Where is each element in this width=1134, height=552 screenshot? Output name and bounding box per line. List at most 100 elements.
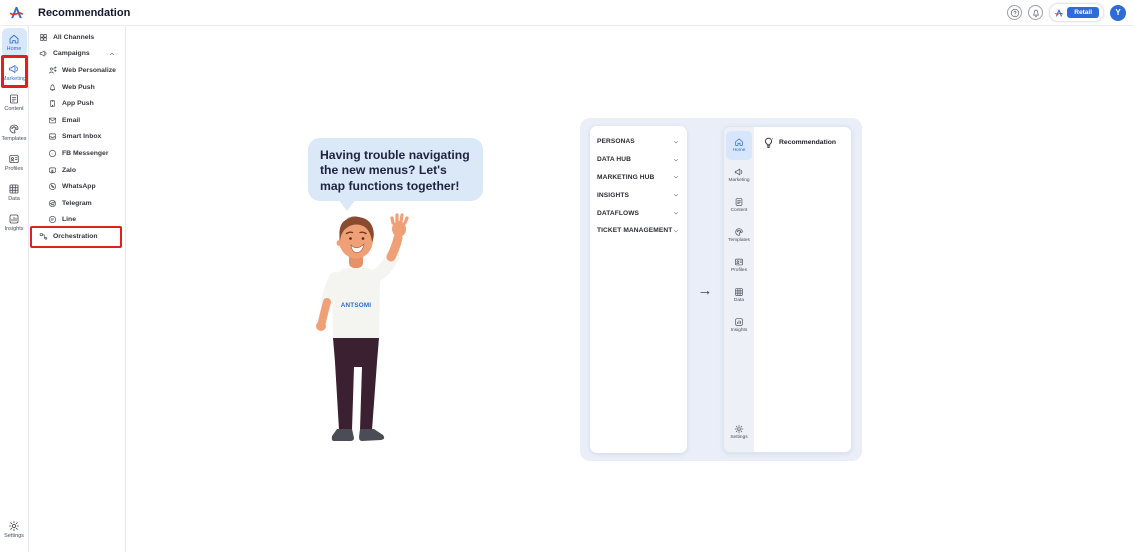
notifications-button[interactable] (1028, 5, 1044, 20)
submenu-item-orchestration[interactable]: Orchestration (29, 228, 125, 245)
grid-icon (39, 33, 48, 42)
sidebar-item-marketing[interactable]: Marketing (2, 58, 27, 87)
new-menu-label: Data (733, 297, 745, 303)
new-menu-item-templates[interactable]: Templates (726, 221, 752, 250)
chevron-down-icon (672, 156, 680, 164)
sidebar-item-label: Marketing (1, 75, 27, 82)
old-menu-item-personas[interactable]: PERSONAS (597, 133, 680, 151)
gear-icon (734, 424, 744, 434)
chevron-up-icon[interactable] (108, 50, 116, 58)
sidebar-item-label: Content (4, 105, 24, 112)
sidebar-item-settings[interactable]: Settings (2, 515, 27, 544)
old-menu-card: PERSONAS DATA HUB MARKETING HUB INSIGHTS… (590, 126, 687, 453)
submenu-item-app-push[interactable]: App Push (29, 95, 125, 112)
submenu-item-label: Email (62, 116, 81, 124)
workspace-switcher[interactable]: Retail (1049, 3, 1104, 22)
submenu-item-telegram[interactable]: Telegram (29, 195, 125, 212)
palette-icon (734, 227, 744, 237)
old-menu-label: PERSONAS (597, 138, 635, 146)
lightbulb-sparkle-icon (762, 136, 775, 149)
envelope-icon (48, 116, 57, 125)
sidebar-item-label: Home (6, 45, 22, 52)
new-menu-label: Content (730, 207, 748, 213)
submenu-item-label: Web Personalize (62, 66, 116, 74)
submenu-item-all-channels[interactable]: All Channels (29, 29, 125, 46)
chart-square-icon (734, 317, 744, 327)
primary-sidebar: Home Marketing Content Templates Profile… (0, 25, 29, 552)
topbar: Recommendation Retail Y (0, 0, 1134, 26)
submenu-item-zalo[interactable]: Zalo (29, 162, 125, 179)
chevron-down-icon (672, 209, 680, 217)
submenu-item-web-personalize[interactable]: Web Personalize (29, 62, 125, 79)
line-icon (48, 215, 57, 224)
sidebar-item-label: Templates (1, 135, 27, 142)
new-menu-item-content[interactable]: Content (726, 191, 752, 220)
messenger-icon (48, 149, 57, 158)
character-illustration: ANTSOMI (316, 213, 409, 441)
home-icon (8, 33, 20, 45)
chevron-down-icon (672, 227, 680, 235)
submenu-item-label: All Channels (53, 33, 95, 41)
speech-bubble: Having trouble navigating the new menus?… (308, 138, 483, 201)
mapping-arrow: → (697, 282, 713, 299)
sidebar-item-profiles[interactable]: Profiles (2, 148, 27, 177)
antsomi-logo-icon[interactable] (8, 4, 25, 21)
submenu-item-fb-messenger[interactable]: FB Messenger (29, 145, 125, 162)
document-icon (8, 93, 20, 105)
id-card-icon (734, 257, 744, 267)
chevron-down-icon (672, 191, 680, 199)
new-menu-content-row[interactable]: Recommendation (762, 136, 843, 149)
new-menu-item-data[interactable]: Data (726, 281, 752, 310)
new-menu-item-settings[interactable]: Settings (726, 418, 752, 447)
submenu-item-smart-inbox[interactable]: Smart Inbox (29, 129, 125, 146)
new-menu-content: Recommendation (754, 127, 851, 452)
sidebar-item-content[interactable]: Content (2, 88, 27, 117)
megaphone-icon (734, 167, 744, 177)
sidebar-item-home[interactable]: Home (1, 28, 27, 57)
workspace-badge: Retail (1067, 7, 1099, 18)
telegram-icon (48, 199, 57, 208)
page-title: Recommendation (38, 6, 131, 19)
secondary-sidebar: All Channels Campaigns Web Personalize W… (29, 25, 126, 552)
submenu-item-line[interactable]: Line (29, 212, 125, 229)
old-menu-item-ticket-management[interactable]: TICKET MANAGEMENT (597, 222, 680, 240)
antsomi-logo-icon (1054, 8, 1064, 18)
old-menu-label: INSIGHTS (597, 191, 629, 199)
palette-icon (8, 123, 20, 135)
chevron-down-icon (672, 173, 680, 181)
sidebar-item-templates[interactable]: Templates (1, 118, 27, 147)
submenu-item-whatsapp[interactable]: WhatsApp (29, 178, 125, 195)
new-menu-label: Settings (730, 434, 748, 440)
old-menu-item-dataflows[interactable]: DATAFLOWS (597, 204, 680, 222)
help-button[interactable] (1007, 5, 1023, 20)
old-menu-item-insights[interactable]: INSIGHTS (597, 186, 680, 204)
submenu-item-campaigns[interactable]: Campaigns (29, 46, 125, 63)
sidebar-item-label: Data (8, 195, 20, 202)
new-menu-item-profiles[interactable]: Profiles (726, 251, 752, 280)
inbox-icon (48, 132, 57, 141)
topbar-actions: Retail Y (1007, 3, 1126, 22)
new-menu-item-insights[interactable]: Insights (726, 311, 752, 340)
sidebar-item-insights[interactable]: Insights (2, 208, 27, 237)
submenu-item-label: WhatsApp (62, 183, 96, 191)
new-menu-item-marketing[interactable]: Marketing (726, 161, 752, 190)
sidebar-item-label: Settings (4, 532, 24, 539)
submenu-item-email[interactable]: Email (29, 112, 125, 129)
grid-table-icon (734, 287, 744, 297)
old-menu-item-data-hub[interactable]: DATA HUB (597, 151, 680, 169)
id-card-icon (8, 153, 20, 165)
submenu-item-label: Orchestration (53, 232, 98, 240)
old-menu-item-marketing-hub[interactable]: MARKETING HUB (597, 169, 680, 187)
submenu-item-label: FB Messenger (62, 149, 109, 157)
submenu-item-label: Telegram (62, 199, 92, 207)
document-icon (734, 197, 744, 207)
new-menu-rail: Home Marketing Content Templates Profile… (724, 127, 754, 452)
sidebar-item-data[interactable]: Data (2, 178, 27, 207)
new-menu-label: Templates (728, 237, 750, 243)
submenu-item-web-push[interactable]: Web Push (29, 79, 125, 96)
new-menu-item-home[interactable]: Home (726, 131, 752, 160)
old-menu-label: MARKETING HUB (597, 173, 655, 181)
submenu-item-label: Web Push (62, 83, 95, 91)
user-avatar[interactable]: Y (1110, 4, 1126, 21)
app-window: Recommendation Retail Y Home Marketing C… (0, 0, 1134, 552)
